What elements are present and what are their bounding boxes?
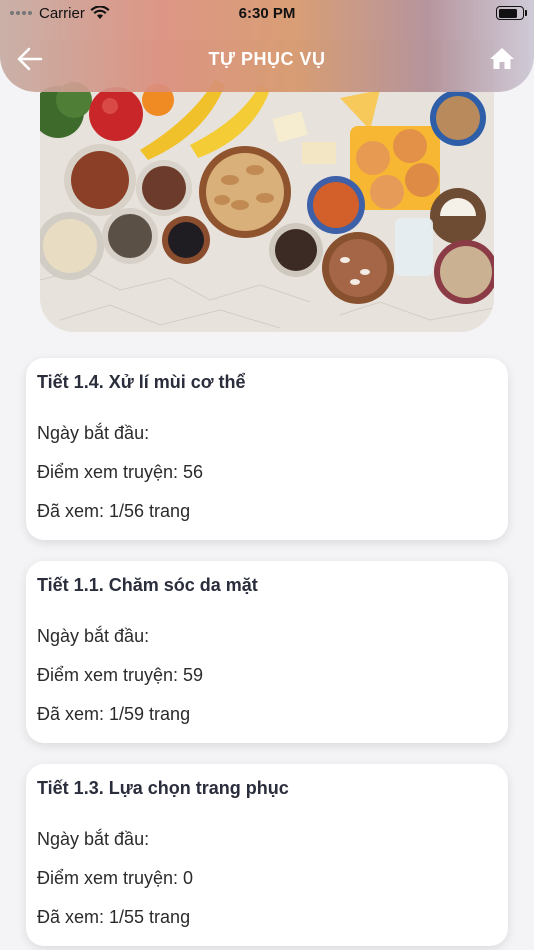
carrier-info: Carrier xyxy=(10,5,110,22)
battery-icon xyxy=(496,6,527,20)
lesson-start-date: Ngày bắt đầu: xyxy=(37,626,150,646)
lesson-list: Tiết 1.4. Xử lí mùi cơ thể Ngày bắt đầu:… xyxy=(26,358,508,950)
lesson-title: Tiết 1.1. Chăm sóc da mặt xyxy=(37,575,258,595)
lesson-card[interactable]: Tiết 1.1. Chăm sóc da mặt Ngày bắt đầu: … xyxy=(26,561,508,743)
status-bar: Carrier 6:30 PM xyxy=(0,0,534,26)
header-bar: TỰ PHỤC VỤ xyxy=(0,36,534,82)
arrow-left-icon xyxy=(17,47,43,71)
lesson-start-date: Ngày bắt đầu: xyxy=(37,423,150,443)
wifi-icon xyxy=(90,6,110,19)
lesson-title: Tiết 1.4. Xử lí mùi cơ thể xyxy=(37,372,246,392)
back-button[interactable] xyxy=(16,46,44,72)
carrier-label: Carrier xyxy=(39,4,85,22)
lesson-viewed: Đã xem: 1/56 trang xyxy=(37,501,191,521)
home-icon xyxy=(490,48,514,69)
lesson-viewed: Đã xem: 1/59 trang xyxy=(37,704,191,724)
signal-icon xyxy=(10,11,32,15)
lesson-start-date: Ngày bắt đầu: xyxy=(37,829,150,849)
home-button[interactable] xyxy=(488,45,516,73)
lesson-title: Tiết 1.3. Lựa chọn trang phục xyxy=(37,778,289,798)
lesson-viewed: Đã xem: 1/55 trang xyxy=(37,907,191,927)
lesson-points: Điểm xem truyện: 59 xyxy=(37,665,204,685)
lesson-points: Điểm xem truyện: 0 xyxy=(37,868,194,888)
page-title: TỰ PHỤC VỤ xyxy=(208,48,326,69)
lesson-points: Điểm xem truyện: 56 xyxy=(37,462,204,482)
lesson-card[interactable]: Tiết 1.4. Xử lí mùi cơ thể Ngày bắt đầu:… xyxy=(26,358,508,540)
lesson-card[interactable]: Tiết 1.3. Lựa chọn trang phục Ngày bắt đ… xyxy=(26,764,508,946)
